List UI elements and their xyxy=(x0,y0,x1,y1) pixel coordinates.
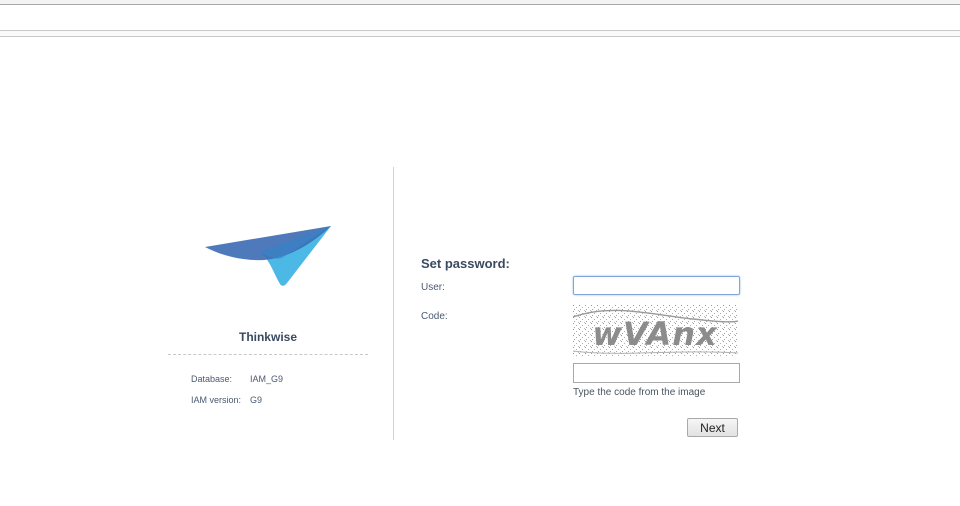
user-input[interactable] xyxy=(573,276,740,295)
login-page: Thinkwise Database: IAM_G9 IAM version: G9… xyxy=(0,0,960,506)
database-label: Database: xyxy=(191,374,233,384)
header-strip xyxy=(0,30,960,37)
version-info: IAM version: G9 xyxy=(191,395,262,405)
brand-name: Thinkwise xyxy=(238,330,297,344)
vertical-divider xyxy=(393,167,394,440)
code-label: Code: xyxy=(421,311,448,322)
captcha-image: wVAnx xyxy=(573,305,738,357)
version-value: G9 xyxy=(250,395,263,405)
captcha-text: wVAnx xyxy=(592,315,718,353)
code-hint: Type the code from the image xyxy=(573,387,706,398)
code-input[interactable] xyxy=(573,363,740,383)
brand-divider xyxy=(168,354,368,355)
browser-top-bar xyxy=(0,0,960,5)
form-title: Set password: xyxy=(421,256,510,271)
database-info: Database: IAM_G9 xyxy=(191,374,283,384)
database-value: IAM_G9 xyxy=(250,374,284,384)
next-button[interactable]: Next xyxy=(687,418,738,437)
version-label: IAM version: xyxy=(191,395,242,405)
user-label: User: xyxy=(421,282,445,293)
paper-plane-logo-icon xyxy=(205,226,331,286)
